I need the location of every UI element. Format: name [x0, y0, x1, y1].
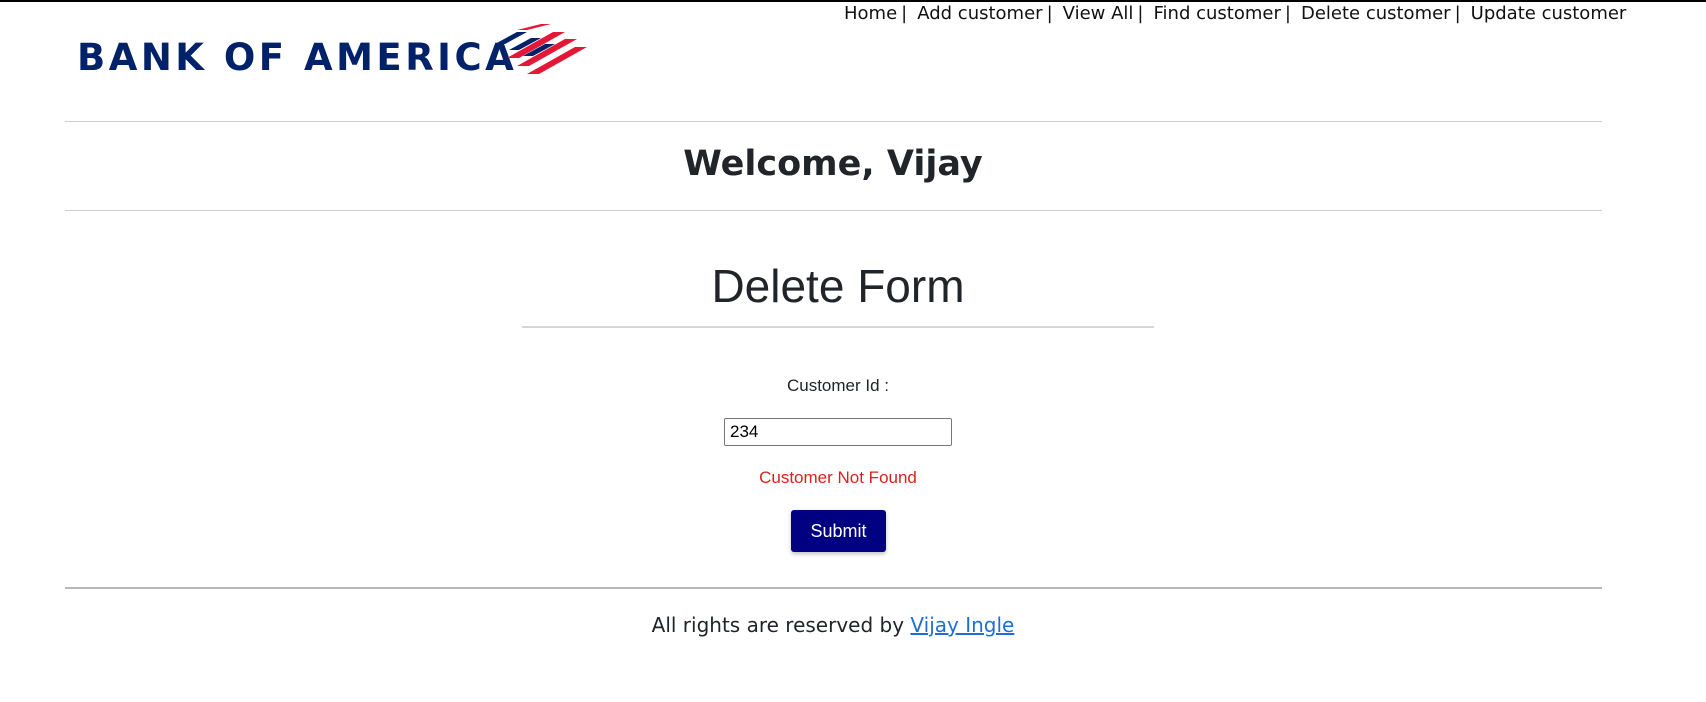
footer: All rights are reserved by Vijay Ingle — [0, 613, 1666, 637]
nav-separator: | — [1284, 3, 1291, 24]
author-link[interactable]: Vijay Ingle — [910, 613, 1014, 637]
customer-id-input[interactable] — [724, 418, 952, 446]
top-nav: Home | Add customer | View All | Find customer… — [844, 3, 1626, 24]
nav-view-all-link[interactable]: View All — [1063, 3, 1134, 24]
form-divider — [522, 326, 1154, 328]
logo-text: BANK OF AMERICA — [77, 36, 518, 79]
nav-update-customer-link[interactable]: Update customer — [1471, 3, 1627, 24]
nav-separator: | — [1137, 3, 1144, 24]
welcome-heading: Welcome, Vijay — [683, 144, 983, 184]
bank-logo[interactable]: BANK OF AMERICA — [77, 22, 587, 79]
nav-separator: | — [901, 3, 908, 24]
page: BANK OF AMERICA Home | Add customer | View A… — [0, 0, 1706, 702]
form-title: Delete Form — [711, 260, 965, 312]
divider — [65, 210, 1602, 211]
footer-text: All rights are reserved by — [651, 613, 905, 637]
flag-icon — [495, 24, 587, 74]
divider — [65, 121, 1602, 122]
error-message: Customer Not Found — [759, 468, 917, 487]
nav-home-link[interactable]: Home — [844, 3, 897, 24]
top-border — [0, 0, 1706, 2]
nav-add-customer-link[interactable]: Add customer — [917, 3, 1042, 24]
nav-delete-customer-link[interactable]: Delete customer — [1301, 3, 1451, 24]
footer-divider — [65, 587, 1602, 589]
customer-id-label: Customer Id : — [786, 376, 890, 395]
nav-find-customer-link[interactable]: Find customer — [1154, 3, 1281, 24]
nav-separator: | — [1454, 3, 1461, 24]
submit-button[interactable]: Submit — [791, 510, 886, 552]
nav-separator: | — [1046, 3, 1053, 24]
